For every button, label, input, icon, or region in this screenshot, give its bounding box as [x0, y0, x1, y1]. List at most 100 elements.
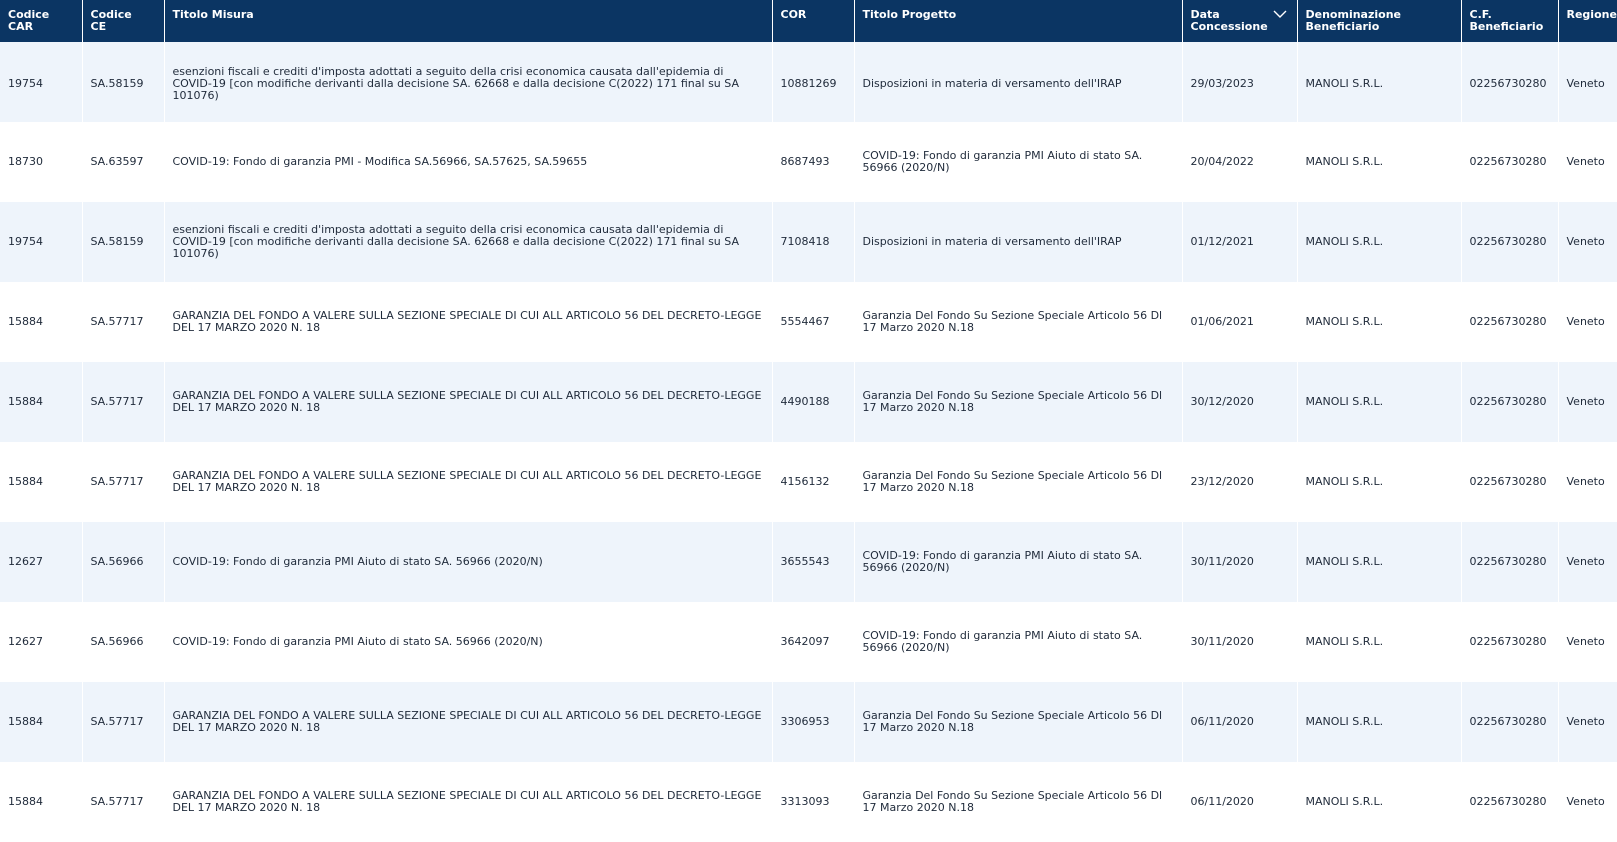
- cell-denominazione-beneficiario: MANOLI S.R.L.: [1297, 442, 1462, 522]
- table-row[interactable]: 12627 SA.56966 COVID-19: Fondo di garanzia…: [0, 602, 1617, 682]
- header-data-concessione[interactable]: Data Concessione: [1182, 0, 1298, 42]
- cell-codice-ce: SA.58159: [82, 202, 165, 282]
- cell-denominazione-beneficiario: MANOLI S.R.L.: [1297, 202, 1462, 282]
- header-codice-car-line2: CAR: [8, 20, 34, 33]
- cell-titolo-misura: COVID-19: Fondo di garanzia PMI Aiuto di…: [164, 602, 773, 682]
- table-row[interactable]: 15884 SA.57717 GARANZIA DEL FONDO A VALERE…: [0, 282, 1617, 362]
- header-denominazione-beneficiario[interactable]: Denominazione Beneficiario: [1297, 0, 1462, 42]
- cell-regione: Veneto: [1566, 235, 1605, 248]
- cell-regione: Veneto: [1566, 715, 1605, 728]
- table-row[interactable]: 19754 SA.58159 esenzioni fiscali e crediti…: [0, 202, 1617, 282]
- cell-titolo-progetto: Garanzia Del Fondo Su Sezione Speciale A…: [854, 682, 1183, 762]
- cell-denominazione-beneficiario: MANOLI S.R.L.: [1297, 602, 1462, 682]
- cell-codice-ce: SA.57717: [82, 762, 165, 842]
- cell-cf-beneficiario: 02256730280: [1461, 202, 1559, 282]
- header-data-concessione-line2: Concessione: [1190, 20, 1268, 33]
- cell-titolo-progetto: Garanzia Del Fondo Su Sezione Speciale A…: [854, 762, 1183, 842]
- cell-titolo-progetto: COVID-19: Fondo di garanzia PMI Aiuto di…: [854, 522, 1183, 602]
- cell-cf-beneficiario: 02256730280: [1461, 682, 1559, 762]
- cell-titolo-misura: COVID-19: Fondo di garanzia PMI Aiuto di…: [164, 522, 773, 602]
- table-header: Codice CAR Codice CE Titolo Misura COR T…: [0, 0, 1617, 42]
- cell-codice-car: 19754: [0, 202, 83, 282]
- table-body: 19754 SA.58159 esenzioni fiscali e crediti…: [0, 42, 1617, 842]
- header-codice-ce-line2: CE: [90, 20, 107, 33]
- header-cf-line2: Beneficiario: [1469, 20, 1544, 33]
- header-titolo-misura-label: Titolo Misura: [172, 8, 254, 21]
- cell-titolo-misura: GARANZIA DEL FONDO A VALERE SULLA SEZION…: [164, 282, 773, 362]
- cell-data-concessione: 06/11/2020: [1182, 762, 1298, 842]
- cell-codice-ce: SA.63597: [82, 122, 165, 202]
- cell-cf-beneficiario: 02256730280: [1461, 442, 1559, 522]
- chevron-down-icon[interactable]: [1273, 9, 1287, 19]
- cell-cf-beneficiario: 02256730280: [1461, 602, 1559, 682]
- header-codice-car[interactable]: Codice CAR: [0, 0, 83, 42]
- cell-cor: 8687493: [772, 122, 855, 202]
- cell-cor: 4156132: [772, 442, 855, 522]
- table-row[interactable]: 12627 SA.56966 COVID-19: Fondo di garanzia…: [0, 522, 1617, 602]
- cell-titolo-misura: GARANZIA DEL FONDO A VALERE SULLA SEZION…: [164, 682, 773, 762]
- cell-data-concessione: 30/12/2020: [1182, 362, 1298, 442]
- cell-cor: 5554467: [772, 282, 855, 362]
- cell-cor: 3306953: [772, 682, 855, 762]
- cell-cf-beneficiario: 02256730280: [1461, 282, 1559, 362]
- cell-regione: Veneto: [1566, 475, 1605, 488]
- cell-cor: 3642097: [772, 602, 855, 682]
- cell-titolo-progetto: Garanzia Del Fondo Su Sezione Speciale A…: [854, 282, 1183, 362]
- cell-cf-beneficiario: 02256730280: [1461, 42, 1559, 122]
- cell-codice-ce: SA.57717: [82, 682, 165, 762]
- cell-titolo-misura: esenzioni fiscali e crediti d'imposta ad…: [164, 202, 773, 282]
- cell-cf-beneficiario: 02256730280: [1461, 522, 1559, 602]
- header-regione-label: Regione: [1566, 8, 1617, 21]
- table-row[interactable]: 18730 SA.63597 COVID-19: Fondo di garanzia…: [0, 122, 1617, 202]
- table-row[interactable]: 15884 SA.57717 GARANZIA DEL FONDO A VALERE…: [0, 442, 1617, 522]
- cell-codice-car: 15884: [0, 762, 83, 842]
- cell-regione: Veneto: [1566, 395, 1605, 408]
- cell-titolo-progetto: Garanzia Del Fondo Su Sezione Speciale A…: [854, 362, 1183, 442]
- cell-titolo-misura: COVID-19: Fondo di garanzia PMI - Modifi…: [164, 122, 773, 202]
- cell-codice-car: 15884: [0, 282, 83, 362]
- cell-titolo-progetto: COVID-19: Fondo di garanzia PMI Aiuto di…: [854, 602, 1183, 682]
- cell-codice-car: 15884: [0, 442, 83, 522]
- header-titolo-progetto-label: Titolo Progetto: [862, 8, 957, 21]
- cell-titolo-misura: GARANZIA DEL FONDO A VALERE SULLA SEZION…: [164, 442, 773, 522]
- cell-codice-car: 15884: [0, 682, 83, 762]
- cell-titolo-misura: GARANZIA DEL FONDO A VALERE SULLA SEZION…: [164, 362, 773, 442]
- cell-codice-ce: SA.57717: [82, 282, 165, 362]
- cell-titolo-progetto: Garanzia Del Fondo Su Sezione Speciale A…: [854, 442, 1183, 522]
- cell-cf-beneficiario: 02256730280: [1461, 762, 1559, 842]
- header-titolo-progetto[interactable]: Titolo Progetto: [854, 0, 1183, 42]
- cell-cor: 7108418: [772, 202, 855, 282]
- cell-titolo-misura: GARANZIA DEL FONDO A VALERE SULLA SEZION…: [164, 762, 773, 842]
- cell-denominazione-beneficiario: MANOLI S.R.L.: [1297, 762, 1462, 842]
- cell-data-concessione: 30/11/2020: [1182, 522, 1298, 602]
- table-row[interactable]: 15884 SA.57717 GARANZIA DEL FONDO A VALERE…: [0, 682, 1617, 762]
- header-cf-beneficiario[interactable]: C.F. Beneficiario: [1461, 0, 1559, 42]
- header-cor-label: COR: [780, 8, 807, 21]
- header-titolo-misura[interactable]: Titolo Misura: [164, 0, 773, 42]
- header-codice-ce[interactable]: Codice CE: [82, 0, 165, 42]
- cell-data-concessione: 20/04/2022: [1182, 122, 1298, 202]
- cell-denominazione-beneficiario: MANOLI S.R.L.: [1297, 682, 1462, 762]
- cell-denominazione-beneficiario: MANOLI S.R.L.: [1297, 122, 1462, 202]
- table-row[interactable]: 19754 SA.58159 esenzioni fiscali e crediti…: [0, 42, 1617, 122]
- header-regione[interactable]: Regione: [1558, 0, 1617, 42]
- table-row[interactable]: 15884 SA.57717 GARANZIA DEL FONDO A VALERE…: [0, 362, 1617, 442]
- aid-table: Codice CAR Codice CE Titolo Misura COR T…: [0, 0, 1617, 842]
- cell-codice-car: 12627: [0, 522, 83, 602]
- cell-cor: 3655543: [772, 522, 855, 602]
- cell-codice-ce: SA.58159: [82, 42, 165, 122]
- cell-data-concessione: 30/11/2020: [1182, 602, 1298, 682]
- cell-data-concessione: 23/12/2020: [1182, 442, 1298, 522]
- cell-cf-beneficiario: 02256730280: [1461, 122, 1559, 202]
- cell-codice-ce: SA.56966: [82, 522, 165, 602]
- cell-codice-car: 15884: [0, 362, 83, 442]
- cell-data-concessione: 01/12/2021: [1182, 202, 1298, 282]
- cell-cf-beneficiario: 02256730280: [1461, 362, 1559, 442]
- cell-denominazione-beneficiario: MANOLI S.R.L.: [1297, 522, 1462, 602]
- cell-denominazione-beneficiario: MANOLI S.R.L.: [1297, 362, 1462, 442]
- cell-codice-ce: SA.57717: [82, 362, 165, 442]
- cell-regione: Veneto: [1566, 555, 1605, 568]
- table-row[interactable]: 15884 SA.57717 GARANZIA DEL FONDO A VALERE…: [0, 762, 1617, 842]
- cell-regione: Veneto: [1566, 635, 1605, 648]
- header-cor[interactable]: COR: [772, 0, 855, 42]
